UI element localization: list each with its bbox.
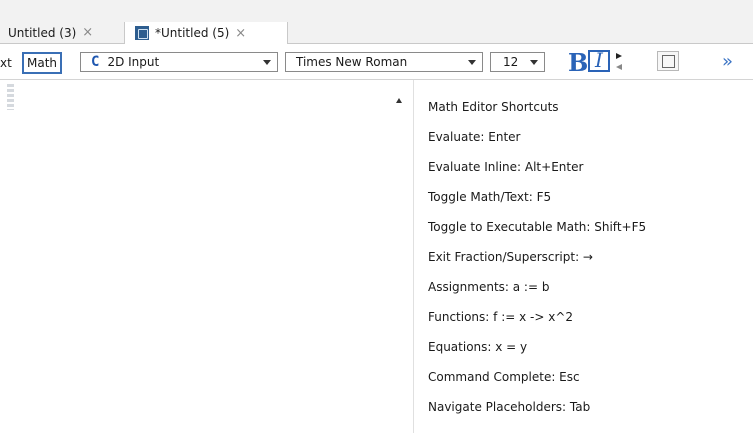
panel-divider bbox=[413, 80, 414, 433]
shortcut-item: Assignments: a := b bbox=[428, 280, 550, 294]
font-size-select[interactable]: 12 bbox=[490, 52, 545, 72]
close-icon[interactable]: × bbox=[82, 25, 93, 40]
italic-button[interactable]: I bbox=[588, 50, 610, 72]
chevron-down-icon bbox=[530, 60, 538, 65]
top-strip bbox=[0, 0, 753, 22]
document-tab-bar: Untitled (3) × *Untitled (5) × bbox=[0, 22, 753, 44]
shortcut-item: Evaluate: Enter bbox=[428, 130, 521, 144]
math-mode-button[interactable]: Math bbox=[22, 52, 63, 74]
shortcut-item: Command Complete: Esc bbox=[428, 370, 580, 384]
close-icon[interactable]: × bbox=[235, 26, 246, 41]
shortcuts-title: Math Editor Shortcuts bbox=[428, 100, 559, 114]
shortcut-item: Evaluate Inline: Alt+Enter bbox=[428, 160, 584, 174]
format-toolbar: xt Math C 2D Input Times New Roman 12 B … bbox=[0, 44, 753, 80]
chevron-down-icon bbox=[468, 60, 476, 65]
style-menu-icon[interactable] bbox=[614, 52, 624, 72]
bold-button[interactable]: B bbox=[568, 48, 588, 77]
shortcut-item: Toggle to Executable Math: Shift+F5 bbox=[428, 220, 647, 234]
input-mode-select[interactable]: C 2D Input bbox=[80, 52, 278, 72]
math-editor-area[interactable] bbox=[0, 80, 413, 433]
shortcuts-panel: Math Editor Shortcuts Evaluate: Enter Ev… bbox=[428, 92, 748, 422]
tab-label: *Untitled (5) bbox=[155, 26, 230, 40]
font-family-select[interactable]: Times New Roman bbox=[285, 52, 483, 72]
gutter-marker-icon bbox=[7, 84, 14, 110]
input-mode-value: 2D Input bbox=[107, 55, 160, 69]
font-family-value: Times New Roman bbox=[296, 55, 408, 69]
shortcut-item: Equations: x = y bbox=[428, 340, 528, 354]
tab-label: Untitled (3) bbox=[8, 25, 77, 40]
tab-untitled-3[interactable]: Untitled (3) × bbox=[0, 22, 132, 43]
chevron-down-icon bbox=[263, 60, 271, 65]
scroll-up-icon[interactable] bbox=[396, 98, 402, 103]
text-mode-button[interactable]: xt bbox=[0, 56, 12, 70]
shortcut-item: Navigate Placeholders: Tab bbox=[428, 400, 591, 414]
panel-toggle-icon[interactable] bbox=[657, 51, 679, 71]
more-chevron-icon[interactable]: » bbox=[722, 51, 733, 72]
shortcut-item: Exit Fraction/Superscript: → bbox=[428, 250, 593, 264]
shortcut-item: Functions: f := x -> x^2 bbox=[428, 310, 574, 324]
shortcut-item: Toggle Math/Text: F5 bbox=[428, 190, 552, 204]
2d-math-icon: C bbox=[91, 54, 100, 70]
tab-untitled-5[interactable]: *Untitled (5) × bbox=[124, 22, 288, 44]
document-icon bbox=[135, 26, 149, 40]
font-size-value: 12 bbox=[503, 55, 519, 69]
